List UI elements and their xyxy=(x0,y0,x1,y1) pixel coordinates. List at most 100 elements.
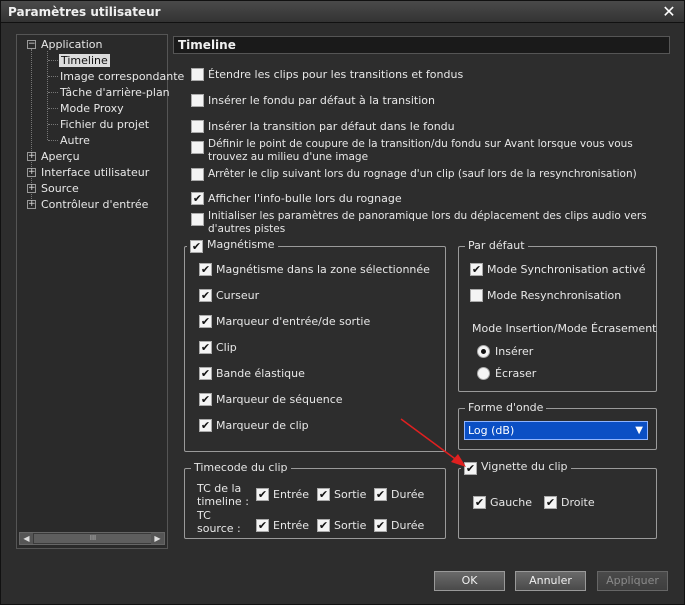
tree-item-interface-utilisateur[interactable]: Interface utilisateur xyxy=(41,165,149,180)
tree-item-tache-arriere-plan[interactable]: Tâche d'arrière-plan xyxy=(60,85,170,100)
tree-line xyxy=(48,76,58,77)
option-label: Sortie xyxy=(334,519,367,532)
option-label: Marqueur de séquence xyxy=(216,393,343,406)
option-label: Insérer le fondu par défaut à la transit… xyxy=(208,94,435,107)
checkbox[interactable] xyxy=(191,168,204,181)
tree-item-label: Aperçu xyxy=(41,150,80,163)
option-label: Magnétisme dans la zone sélectionnée xyxy=(216,263,430,276)
scroll-thumb[interactable]: III xyxy=(34,534,152,543)
checkbox[interactable] xyxy=(199,263,212,276)
tree-item-label: Contrôleur d'entrée xyxy=(41,198,149,211)
scroll-left-icon[interactable]: ◀ xyxy=(20,533,33,544)
scroll-right-icon[interactable]: ▶ xyxy=(151,533,164,544)
checkbox[interactable] xyxy=(199,393,212,406)
tree-item-apercu[interactable]: Aperçu xyxy=(41,149,80,164)
checkbox[interactable] xyxy=(191,68,204,81)
ok-button[interactable]: OK xyxy=(434,571,505,591)
checkbox[interactable] xyxy=(256,488,269,501)
option-label: Afficher l'info-bulle lors du rognage xyxy=(208,192,402,205)
option-label: Initialiser les paramètres de panoramiqu… xyxy=(208,210,647,235)
radio-label: Insérer xyxy=(495,345,534,358)
tc-source-label: TC source : xyxy=(197,509,241,535)
annuler-button[interactable]: Annuler xyxy=(515,571,586,591)
checkbox[interactable] xyxy=(317,519,330,532)
checkbox[interactable] xyxy=(199,367,212,380)
checkbox[interactable] xyxy=(199,315,212,328)
tree-item-label: Source xyxy=(41,182,79,195)
checkbox[interactable] xyxy=(374,519,387,532)
option-label: Étendre les clips pour les transitions e… xyxy=(208,68,464,81)
checkbox[interactable] xyxy=(191,120,204,133)
option-label: Marqueur de clip xyxy=(216,419,309,432)
radio-button[interactable] xyxy=(477,367,490,380)
tree-line xyxy=(48,124,58,125)
settings-dialog: Paramètres utilisateur ✕ − Application T… xyxy=(0,0,685,605)
vignette-title[interactable]: Vignette du clip xyxy=(461,460,571,475)
tc-timeline-label: TC de la timeline : xyxy=(197,482,249,508)
select-value: Log (dB) xyxy=(468,424,515,437)
tree-item-fichier-projet[interactable]: Fichier du projet xyxy=(60,117,149,132)
tree-item-label: Application xyxy=(41,38,103,51)
annotation-arrow-icon xyxy=(400,418,466,467)
checkbox[interactable] xyxy=(199,419,212,432)
tree-item-controleur-entree[interactable]: Contrôleur d'entrée xyxy=(41,197,148,212)
checkbox[interactable] xyxy=(473,496,486,509)
magnetisme-checkbox[interactable] xyxy=(190,240,203,253)
option-label: Mode Synchronisation activé xyxy=(487,263,646,276)
settings-tree: − Application Timeline Image corresponda… xyxy=(16,34,184,549)
tree-line xyxy=(48,92,58,93)
appliquer-button[interactable]: Appliquer xyxy=(597,571,668,591)
option-label: Curseur xyxy=(216,289,260,302)
tree-item-image-correspondante[interactable]: Image correspondante xyxy=(60,69,184,84)
radio-button[interactable] xyxy=(477,345,490,358)
checkbox[interactable] xyxy=(191,94,204,107)
checkbox[interactable] xyxy=(374,488,387,501)
tree-item-label: Tâche d'arrière-plan xyxy=(60,86,170,99)
horizontal-scrollbar[interactable]: ◀ III ▶ xyxy=(19,532,165,545)
tree-item-mode-proxy[interactable]: Mode Proxy xyxy=(60,101,124,116)
section-title: Timeline xyxy=(173,36,670,54)
checkbox[interactable] xyxy=(470,289,483,302)
expand-icon[interactable]: + xyxy=(27,152,36,161)
magnetisme-title[interactable]: Magnétisme xyxy=(187,238,278,253)
tree-item-autre[interactable]: Autre xyxy=(60,133,90,148)
option-label: Clip xyxy=(216,341,237,354)
tree-item-label: Timeline xyxy=(59,54,110,67)
checkbox[interactable] xyxy=(317,488,330,501)
option-label: Durée xyxy=(391,519,425,532)
checkbox[interactable] xyxy=(199,289,212,302)
checkbox[interactable] xyxy=(256,519,269,532)
checkbox[interactable] xyxy=(191,141,204,154)
window-title: Paramètres utilisateur xyxy=(8,5,161,19)
checkbox[interactable] xyxy=(191,213,204,226)
collapse-icon[interactable]: − xyxy=(27,40,36,49)
expand-icon[interactable]: + xyxy=(27,200,36,209)
waveform-select[interactable]: Log (dB) ▼ xyxy=(464,421,648,440)
checkbox[interactable] xyxy=(544,496,557,509)
tree-item-label: Mode Proxy xyxy=(60,102,124,115)
option-label: Arrêter le clip suivant lors du rognage … xyxy=(208,168,637,180)
expand-icon[interactable]: + xyxy=(27,168,36,177)
tree-line xyxy=(48,108,58,109)
expand-icon[interactable]: + xyxy=(27,184,36,193)
checkbox[interactable] xyxy=(199,341,212,354)
option-label: Entrée xyxy=(273,488,310,501)
tree-item-timeline[interactable]: Timeline xyxy=(59,53,110,68)
tree-item-label: Image correspondante xyxy=(60,70,185,83)
forme-onde-title: Forme d'onde xyxy=(465,401,547,414)
par-defaut-title: Par défaut xyxy=(465,239,528,252)
checkbox[interactable] xyxy=(191,192,204,205)
option-label: Entrée xyxy=(273,519,310,532)
vignette-group: Vignette du clip xyxy=(458,460,657,539)
tree-item-label: Autre xyxy=(60,134,90,147)
tree-item-label: Interface utilisateur xyxy=(41,166,150,179)
timecode-title: Timecode du clip xyxy=(191,461,291,474)
tree-item-application[interactable]: Application xyxy=(41,37,102,52)
checkbox[interactable] xyxy=(470,263,483,276)
close-icon[interactable]: ✕ xyxy=(660,3,678,21)
option-label: Durée xyxy=(391,488,425,501)
tree-item-source[interactable]: Source xyxy=(41,181,79,196)
option-label: Mode Resynchronisation xyxy=(487,289,622,302)
group-title-label: Magnétisme xyxy=(207,238,275,251)
mode-label: Mode Insertion/Mode Écrasement xyxy=(472,322,657,335)
